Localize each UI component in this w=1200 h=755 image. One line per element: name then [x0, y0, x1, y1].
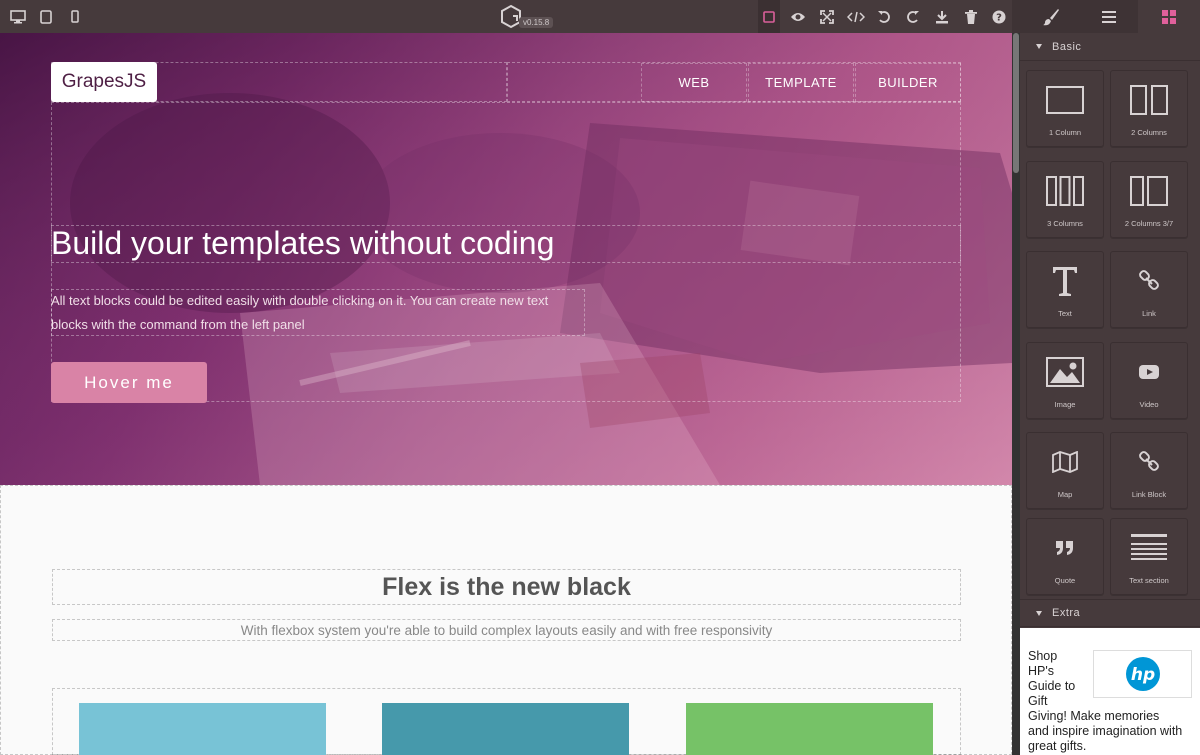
block-2-columns-37[interactable]: 2 Columns 3/7: [1110, 161, 1188, 238]
block-label: 1 Column: [1048, 128, 1082, 137]
block-quote[interactable]: Quote: [1026, 518, 1104, 595]
card-1[interactable]: [79, 703, 326, 755]
block-text[interactable]: Text: [1026, 251, 1104, 328]
hover-me-button[interactable]: Hover me: [51, 362, 207, 403]
block-label: Link: [1142, 309, 1156, 318]
hp-logo[interactable]: hp: [1093, 650, 1192, 698]
top-toolbar: v0.15.8 ?: [0, 0, 1200, 33]
text-section-icon: [1131, 528, 1167, 568]
block-1-column[interactable]: 1 Column: [1026, 70, 1104, 147]
flex-section-title[interactable]: Flex is the new black: [52, 569, 961, 605]
block-3-columns[interactable]: 3 Columns: [1026, 161, 1104, 238]
text-icon: [1050, 261, 1080, 301]
block-label: Text: [1058, 309, 1072, 318]
style-manager-icon[interactable]: [1020, 0, 1082, 33]
redo-icon[interactable]: [904, 0, 922, 33]
menu-item-web[interactable]: WEB: [641, 63, 747, 102]
menu-item-builder[interactable]: BUILDER: [855, 63, 961, 102]
hero-section[interactable]: GrapesJS WEB TEMPLATE BUILDER Build your…: [0, 33, 1012, 485]
block-text-section[interactable]: Text section: [1110, 518, 1188, 595]
blocks-icon[interactable]: [1138, 0, 1200, 33]
one-column-icon: [1046, 80, 1084, 120]
link-icon: [1138, 261, 1160, 301]
svg-text:?: ?: [996, 12, 1002, 23]
block-label: Map: [1057, 490, 1073, 499]
map-icon: [1052, 442, 1078, 482]
block-label: Video: [1139, 400, 1159, 409]
download-icon[interactable]: [933, 0, 951, 33]
three-columns-icon: [1046, 171, 1084, 211]
canvas-scrollbar[interactable]: [1012, 33, 1020, 755]
editor-canvas[interactable]: GrapesJS WEB TEMPLATE BUILDER Build your…: [0, 33, 1012, 755]
block-label: Text section: [1129, 576, 1169, 585]
block-label: Quote: [1054, 576, 1076, 585]
card-3[interactable]: [686, 703, 933, 755]
block-label: 2 Columns 3/7: [1124, 219, 1174, 228]
hp-ad-line: and inspire imagination with: [1028, 724, 1183, 738]
hero-title[interactable]: Build your templates without coding: [51, 225, 554, 262]
block-label: Link Block: [1131, 490, 1167, 499]
layer-manager-icon[interactable]: [1078, 0, 1140, 33]
preview-icon[interactable]: [789, 0, 807, 33]
category-extra-label: Extra: [1052, 607, 1081, 619]
quote-icon: [1055, 528, 1075, 568]
card-2[interactable]: [382, 703, 629, 755]
canvas-scroll-thumb[interactable]: [1013, 33, 1019, 173]
panel-switcher: [1012, 0, 1200, 33]
undo-icon[interactable]: [875, 0, 893, 33]
version-badge: v0.15.8: [519, 17, 554, 28]
hero-description[interactable]: All text blocks could be edited easily w…: [51, 289, 585, 337]
block-map[interactable]: Map: [1026, 432, 1104, 509]
caret-down-icon: [1036, 44, 1042, 49]
block-link[interactable]: Link: [1110, 251, 1188, 328]
mobile-icon[interactable]: [68, 0, 82, 33]
two-columns-37-icon: [1130, 171, 1168, 211]
block-link-block[interactable]: Link Block: [1110, 432, 1188, 509]
category-extra[interactable]: Extra: [1020, 599, 1200, 627]
category-basic-label: Basic: [1052, 40, 1082, 53]
sw-visibility-icon[interactable]: [758, 0, 780, 33]
flex-section-subtitle[interactable]: With flexbox system you're able to build…: [52, 619, 961, 641]
hp-logo-text: hp: [1130, 665, 1154, 685]
video-icon: [1138, 352, 1160, 392]
fullscreen-icon[interactable]: [818, 0, 836, 33]
menu-item-template[interactable]: TEMPLATE: [748, 63, 854, 102]
block-image[interactable]: Image: [1026, 342, 1104, 419]
help-icon[interactable]: ?: [990, 0, 1008, 33]
trash-icon[interactable]: [962, 0, 980, 33]
hp-ad-line: Giving! Make memories: [1028, 709, 1160, 723]
block-label: 2 Columns: [1131, 128, 1167, 137]
blocks-panel: Basic 1 Column 2 Columns 3 Columns 2 Col…: [1020, 33, 1200, 755]
tablet-icon[interactable]: [38, 0, 54, 33]
hp-ad-line: great gifts.: [1028, 739, 1087, 753]
category-basic[interactable]: Basic: [1020, 33, 1200, 61]
export-code-icon[interactable]: [846, 0, 866, 33]
desktop-icon[interactable]: [8, 0, 28, 33]
link-block-icon: [1138, 442, 1160, 482]
block-label: Image: [1054, 400, 1076, 409]
caret-down-icon: [1036, 610, 1042, 616]
block-label: 3 Columns: [1047, 219, 1083, 228]
block-2-columns[interactable]: 2 Columns: [1110, 70, 1188, 147]
block-video[interactable]: Video: [1110, 342, 1188, 419]
brand-logo[interactable]: GrapesJS: [51, 62, 157, 102]
image-icon: [1046, 352, 1084, 392]
two-columns-icon: [1130, 80, 1168, 120]
